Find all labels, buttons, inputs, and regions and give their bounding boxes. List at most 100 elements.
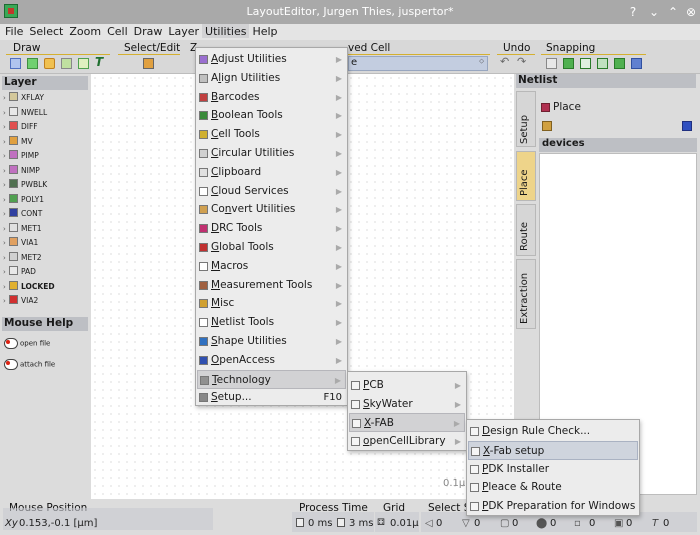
technology-item-skywater[interactable]: SkyWater ▶ bbox=[349, 395, 465, 414]
path-icon[interactable] bbox=[61, 58, 72, 69]
utilities-item-circular-utilities[interactable]: Circular Utilities ▶ bbox=[197, 144, 346, 163]
technology-item-opencelllibrary[interactable]: openCellLibrary ▶ bbox=[349, 432, 465, 451]
layer-row-pad[interactable]: › PAD bbox=[3, 266, 36, 280]
count-3: 0 bbox=[550, 518, 557, 529]
utilities-item-barcodes[interactable]: Barcodes ▶ bbox=[197, 88, 346, 107]
snap-angle-icon[interactable] bbox=[631, 58, 642, 69]
menu-item-text: hape Utilities bbox=[217, 335, 287, 347]
snapping-group-divider bbox=[541, 54, 646, 55]
menu-layer[interactable]: Layer bbox=[165, 24, 202, 38]
xfab-item-pleace-route[interactable]: Pleace & Route bbox=[468, 478, 638, 497]
snap-point-icon[interactable] bbox=[563, 58, 574, 69]
utilities-item-adjust-utilities[interactable]: Adjust Utilities ▶ bbox=[197, 50, 346, 69]
menu-item-mnemonic: X bbox=[364, 417, 371, 430]
layer-row-via1[interactable]: › VIA1 bbox=[3, 237, 38, 251]
snap-grid-icon[interactable] bbox=[546, 58, 557, 69]
utilities-item-setup[interactable]: Setup... F10 bbox=[197, 388, 346, 407]
count-1: 0 bbox=[474, 518, 481, 529]
layer-swatch bbox=[9, 237, 18, 246]
utilities-item-boolean-tools[interactable]: Boolean Tools ▶ bbox=[197, 106, 346, 125]
utilities-item-clipboard[interactable]: Clipboard ▶ bbox=[197, 163, 346, 182]
layer-row-diff[interactable]: › DIFF bbox=[3, 121, 38, 135]
utilities-item-netlist-tools[interactable]: Netlist Tools ▶ bbox=[197, 313, 346, 332]
xfab-item-pdk-installer[interactable]: PDK Installer bbox=[468, 460, 638, 479]
utilities-item-convert-utilities[interactable]: Convert Utilities ▶ bbox=[197, 200, 346, 219]
text-count-icon: T bbox=[652, 518, 659, 529]
circular-utilities-icon bbox=[199, 149, 208, 158]
utilities-item-measurement-tools[interactable]: Measurement Tools ▶ bbox=[197, 276, 346, 295]
layer-row-nwell[interactable]: › NWELL bbox=[3, 106, 48, 121]
xfab-item-x-fab-setup[interactable]: X-Fab setup bbox=[468, 440, 638, 460]
utilities-item-misc[interactable]: Misc ▶ bbox=[197, 294, 346, 313]
layer-name: CONT bbox=[21, 209, 43, 218]
layer-name: VIA1 bbox=[21, 238, 39, 247]
layer-row-pimp[interactable]: › PIMP bbox=[3, 150, 39, 164]
utilities-item-macros[interactable]: Macros ▶ bbox=[197, 257, 346, 276]
snap-center-icon[interactable] bbox=[597, 58, 608, 69]
cell-select-combo[interactable]: e ⬦ bbox=[348, 56, 488, 71]
layer-row-poly1[interactable]: › POLY1 bbox=[3, 193, 44, 208]
menu-help[interactable]: Help bbox=[249, 24, 280, 38]
menu-item-text: djust Utilities bbox=[218, 53, 287, 65]
undo-icon[interactable]: ↶ bbox=[500, 55, 511, 68]
snap-middle-icon[interactable] bbox=[614, 58, 625, 69]
xfab-item-design-rule-check[interactable]: Design Rule Check... bbox=[468, 422, 638, 441]
tab-extraction[interactable]: Extraction bbox=[516, 259, 536, 329]
hourglass-icon bbox=[337, 518, 345, 527]
menu-item-text: etlist Tools bbox=[218, 316, 275, 329]
snap-edge-icon[interactable] bbox=[580, 58, 591, 69]
netlist-title: Netlist bbox=[516, 74, 696, 88]
text-icon[interactable]: T bbox=[95, 55, 106, 69]
submenu-arrow-icon: ▶ bbox=[454, 399, 461, 409]
utilities-item-drc-tools[interactable]: DRC Tools ▶ bbox=[197, 219, 346, 238]
minimize-button[interactable]: ⌄ bbox=[646, 4, 662, 20]
utilities-item-technology[interactable]: Technology ▶ bbox=[197, 369, 346, 389]
menu-file[interactable]: File bbox=[0, 24, 26, 38]
place-device-icon[interactable] bbox=[542, 121, 552, 131]
measurement-tools-icon bbox=[199, 280, 208, 290]
utilities-item-global-tools[interactable]: Global Tools ▶ bbox=[197, 238, 346, 257]
layer-row-met2[interactable]: › MET2 bbox=[3, 251, 42, 266]
openaccess-icon bbox=[199, 355, 208, 365]
layer-row-xflay[interactable]: › XFLAY bbox=[3, 92, 44, 106]
maximize-button[interactable]: ⌃ bbox=[665, 4, 681, 20]
utilities-item-shape-utilities[interactable]: Shape Utilities ▶ bbox=[197, 332, 346, 351]
menu-select[interactable]: Select bbox=[26, 24, 66, 38]
menu-utilities[interactable]: Utilities bbox=[202, 24, 250, 38]
pdk-installer-icon bbox=[470, 464, 479, 474]
circle-icon[interactable] bbox=[44, 58, 55, 69]
polygon-icon[interactable] bbox=[10, 58, 21, 69]
layer-swatch bbox=[9, 150, 18, 159]
close-button[interactable]: ⊗ bbox=[683, 4, 699, 20]
xfab-item-pdk-preparation-for-windows[interactable]: PDK Preparation for Windows bbox=[468, 497, 638, 516]
utilities-item-openaccess[interactable]: OpenAccess ▶ bbox=[197, 351, 346, 370]
grid-value: 0.01µ bbox=[390, 518, 419, 529]
utilities-item-align-utilities[interactable]: Align Utilities ▶ bbox=[197, 69, 346, 88]
menu-cell[interactable]: Cell bbox=[104, 24, 131, 38]
menu-draw[interactable]: Draw bbox=[131, 24, 166, 38]
layer-name: NWELL bbox=[21, 107, 48, 117]
menu-zoom[interactable]: Zoom bbox=[66, 24, 104, 38]
count-4: 0 bbox=[589, 518, 596, 529]
select-edit-group-title: Select/Edit bbox=[124, 42, 181, 54]
layer-row-via2[interactable]: › VIA2 bbox=[3, 295, 38, 309]
technology-item-pcb[interactable]: PCB ▶ bbox=[349, 376, 465, 395]
select-icon[interactable] bbox=[143, 58, 154, 69]
layer-row-nimp[interactable]: › NIMP bbox=[3, 164, 40, 179]
layer-row-met1[interactable]: › MET1 bbox=[3, 222, 42, 237]
layer-row-mv[interactable]: › MV bbox=[3, 135, 33, 150]
layer-row-locked[interactable]: › LOCKED bbox=[3, 280, 55, 295]
help-button[interactable]: ? bbox=[625, 4, 641, 20]
box-icon[interactable] bbox=[27, 58, 38, 69]
utilities-item-cloud-services[interactable]: Cloud Services ▶ bbox=[197, 182, 346, 201]
technology-item-x-fab[interactable]: X-FAB ▶ bbox=[349, 413, 465, 433]
layer-panel-title: Layer bbox=[2, 76, 88, 90]
layer-row-cont[interactable]: › CONT bbox=[3, 208, 42, 222]
layer-row-pwblk[interactable]: › PWBLK bbox=[3, 179, 47, 193]
menu-item-text: ircular Utilities bbox=[218, 147, 295, 159]
utilities-item-cell-tools[interactable]: Cell Tools ▶ bbox=[197, 125, 346, 144]
place-settings-icon[interactable] bbox=[682, 121, 692, 131]
grid-icon: ⚃ bbox=[377, 518, 385, 528]
cell-ref-icon[interactable] bbox=[78, 58, 89, 69]
mouse-help-label: open file bbox=[20, 339, 51, 348]
